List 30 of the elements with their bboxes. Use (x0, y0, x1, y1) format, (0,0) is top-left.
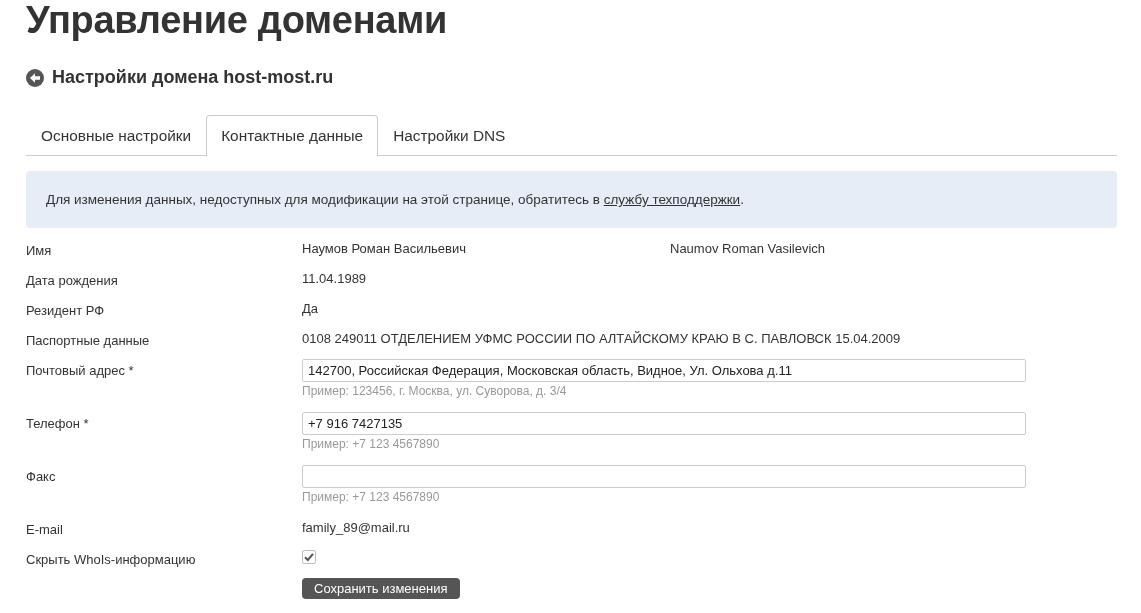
field-label: E-mail (26, 521, 64, 537)
notice-text: Для изменения данных, недоступных для модификации на этой странице, обратитесь в службу техподдержки. (46, 191, 745, 208)
field-label: Почтовый адрес * (26, 362, 135, 380)
input-field[interactable] (302, 465, 1026, 488)
field-value: Да (302, 301, 319, 316)
field-value: Naumov Roman Vasilevich (670, 241, 826, 256)
field-label: Факс (26, 468, 57, 486)
field-label: Имя (26, 242, 53, 258)
support-link[interactable]: службу техподдержки (603, 192, 741, 207)
field-label: Дата рождения (26, 272, 119, 288)
hint-text: Пример: 123456, г. Москва, ул. Суворова, д. 3/4 (302, 383, 568, 400)
save-button[interactable]: Сохранить изменения (302, 578, 460, 599)
field-label: Паспортные данные (26, 332, 151, 348)
input-field[interactable]: 142700, Российская Федерация, Московская область, Видное, Ул. Ольхова д.11 (302, 359, 1026, 382)
field-value: 0108 249011 ОТДЕЛЕНИЕМ УФМС РОССИИ ПО АЛТАЙСКОМУ КРАЮ В С. ПАВЛОВСК 15.04.2009 (302, 331, 901, 346)
input-field[interactable]: +7 916 7427135 (302, 412, 1026, 435)
field-label: Скрыть WhoIs-информацию (26, 551, 197, 567)
hint-text: Пример: +7 123 4567890 (302, 489, 441, 506)
section-title: Настройки домена host-most.ru (52, 68, 334, 87)
checkbox[interactable] (302, 550, 316, 564)
tab[interactable]: Контактные данные (206, 115, 379, 156)
tab[interactable]: Основные настройки (26, 115, 207, 156)
field-label: Резидент РФ (26, 302, 106, 318)
tab[interactable]: Настройки DNS (378, 115, 521, 156)
hint-text: Пример: +7 123 4567890 (302, 436, 441, 453)
page-title: Управление доменами (26, 0, 449, 40)
field-value: Наумов Роман Васильевич (302, 241, 467, 256)
field-value: family_89@mail.ru (302, 520, 410, 535)
field-value: 11.04.1989 (302, 271, 367, 286)
field-label: Телефон * (26, 415, 90, 433)
